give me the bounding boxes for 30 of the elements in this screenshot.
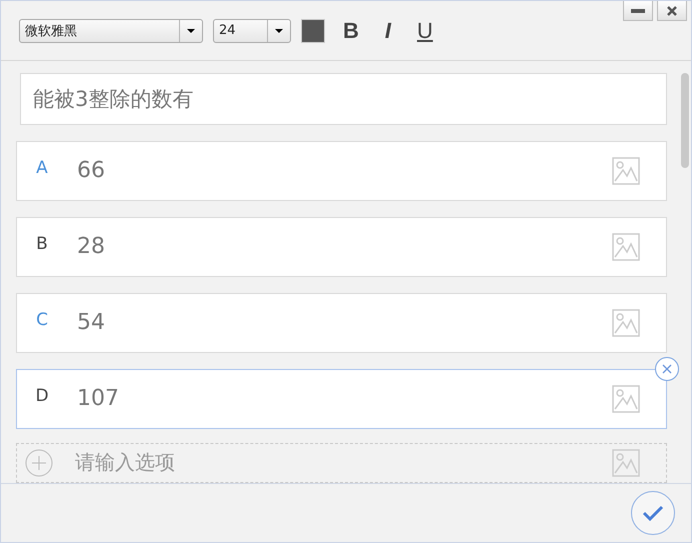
image-icon[interactable] [612,384,640,413]
image-icon[interactable] [612,156,640,185]
underline-button[interactable]: U [409,18,441,44]
plus-icon[interactable] [25,448,53,477]
minimize-icon [631,8,645,12]
option-letter[interactable]: D [17,386,67,406]
option-field[interactable]: C 54 [16,292,667,353]
caret-icon [187,28,195,32]
caret-icon [275,28,283,32]
option-field[interactable]: D 107 [16,368,667,429]
image-icon[interactable] [612,232,640,261]
close-button[interactable] [657,1,687,21]
font-select[interactable]: 微软雅黑 [19,18,203,42]
image-icon[interactable] [612,448,640,477]
color-picker[interactable] [301,18,325,42]
option-field[interactable]: B 28 [16,216,667,277]
bold-button[interactable]: B [335,18,367,44]
check-icon [642,505,664,521]
image-icon[interactable] [612,308,640,337]
minimize-button[interactable] [623,1,653,21]
option-letter[interactable]: B [17,234,67,254]
remove-button[interactable] [655,356,679,381]
close-icon [662,364,672,374]
confirm-button[interactable] [631,491,675,535]
italic-button[interactable]: I [376,18,400,44]
scrollbar-thumb[interactable] [681,73,689,168]
question-field[interactable]: 能被3整除的数有 [20,73,667,125]
size-select[interactable]: 24 [213,18,291,42]
close-icon [666,4,678,16]
option-field[interactable]: A 66 [16,140,667,201]
